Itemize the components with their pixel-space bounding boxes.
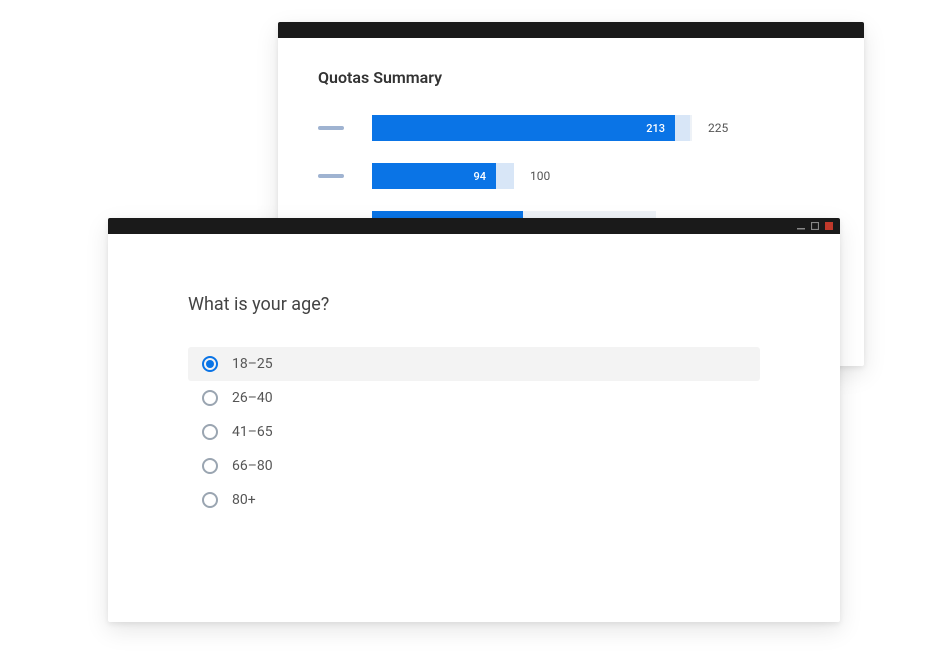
radio-icon — [202, 492, 218, 508]
option-18-25[interactable]: 18–25 — [188, 347, 760, 381]
option-label: 80+ — [232, 492, 256, 508]
option-label: 66–80 — [232, 458, 273, 474]
quotas-titlebar — [278, 22, 864, 38]
radio-icon — [202, 356, 218, 372]
quota-bar-extra — [675, 115, 690, 141]
option-label: 18–25 — [232, 356, 273, 372]
quota-bar-fill: 94 — [372, 163, 496, 189]
option-41-65[interactable]: 41–65 — [188, 415, 760, 449]
option-80-plus[interactable]: 80+ — [188, 483, 760, 517]
minimize-icon[interactable] — [796, 221, 806, 231]
survey-content: What is your age? 18–25 26–40 41–65 66–8… — [108, 234, 840, 577]
option-label: 26–40 — [232, 390, 273, 406]
quota-total: 100 — [530, 169, 550, 183]
quota-bar-track: 213 — [372, 115, 692, 141]
quota-total: 225 — [708, 121, 728, 135]
options-list: 18–25 26–40 41–65 66–80 80+ — [188, 347, 760, 517]
quota-row: 94 100 — [318, 163, 824, 189]
quota-label-dash-icon — [318, 126, 344, 130]
radio-icon — [202, 458, 218, 474]
quotas-title: Quotas Summary — [318, 68, 824, 87]
radio-icon — [202, 390, 218, 406]
quota-bar-fill: 213 — [372, 115, 675, 141]
maximize-icon[interactable] — [810, 221, 820, 231]
close-icon[interactable] — [824, 221, 834, 231]
survey-titlebar — [108, 218, 840, 234]
quota-row: 213 225 — [318, 115, 824, 141]
survey-window: What is your age? 18–25 26–40 41–65 66–8… — [108, 218, 840, 622]
quota-bar-extra — [496, 163, 514, 189]
quota-bar-track: 94 — [372, 163, 514, 189]
radio-icon — [202, 424, 218, 440]
option-66-80[interactable]: 66–80 — [188, 449, 760, 483]
quota-label-dash-icon — [318, 174, 344, 178]
option-26-40[interactable]: 26–40 — [188, 381, 760, 415]
quota-bar-value: 94 — [473, 170, 486, 183]
quota-bar-value: 213 — [646, 122, 665, 135]
question-text: What is your age? — [188, 294, 760, 315]
option-label: 41–65 — [232, 424, 273, 440]
